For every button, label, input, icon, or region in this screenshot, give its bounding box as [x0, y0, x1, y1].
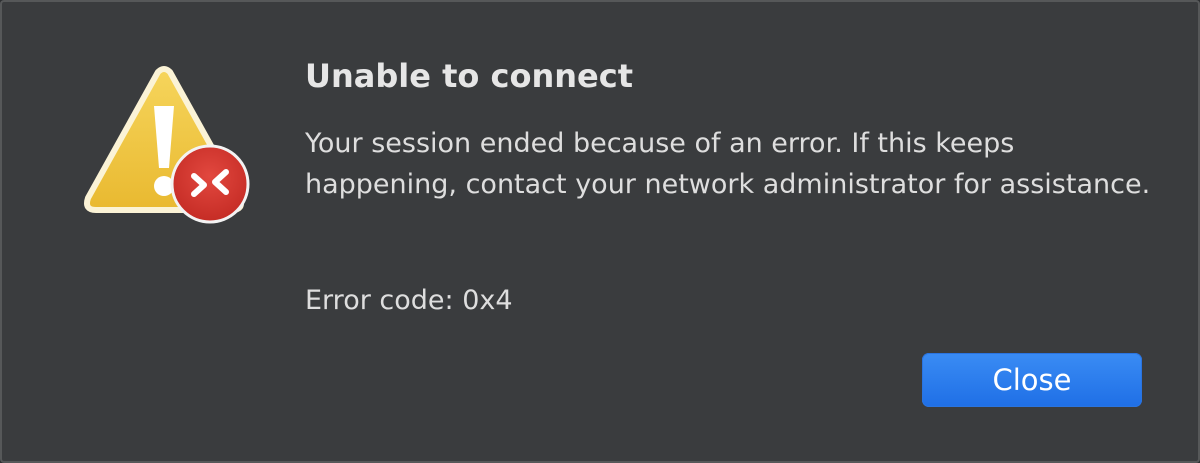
- dialog-title: Unable to connect: [305, 57, 633, 95]
- error-dialog: Unable to connect Your session ended bec…: [0, 0, 1200, 463]
- error-code-text: Error code: 0x4: [305, 285, 513, 316]
- remote-desktop-badge-icon: [170, 144, 250, 224]
- dialog-message: Your session ended because of an error. …: [305, 128, 1151, 200]
- warning-triangle-icon: [84, 66, 250, 224]
- close-button[interactable]: Close: [922, 353, 1142, 407]
